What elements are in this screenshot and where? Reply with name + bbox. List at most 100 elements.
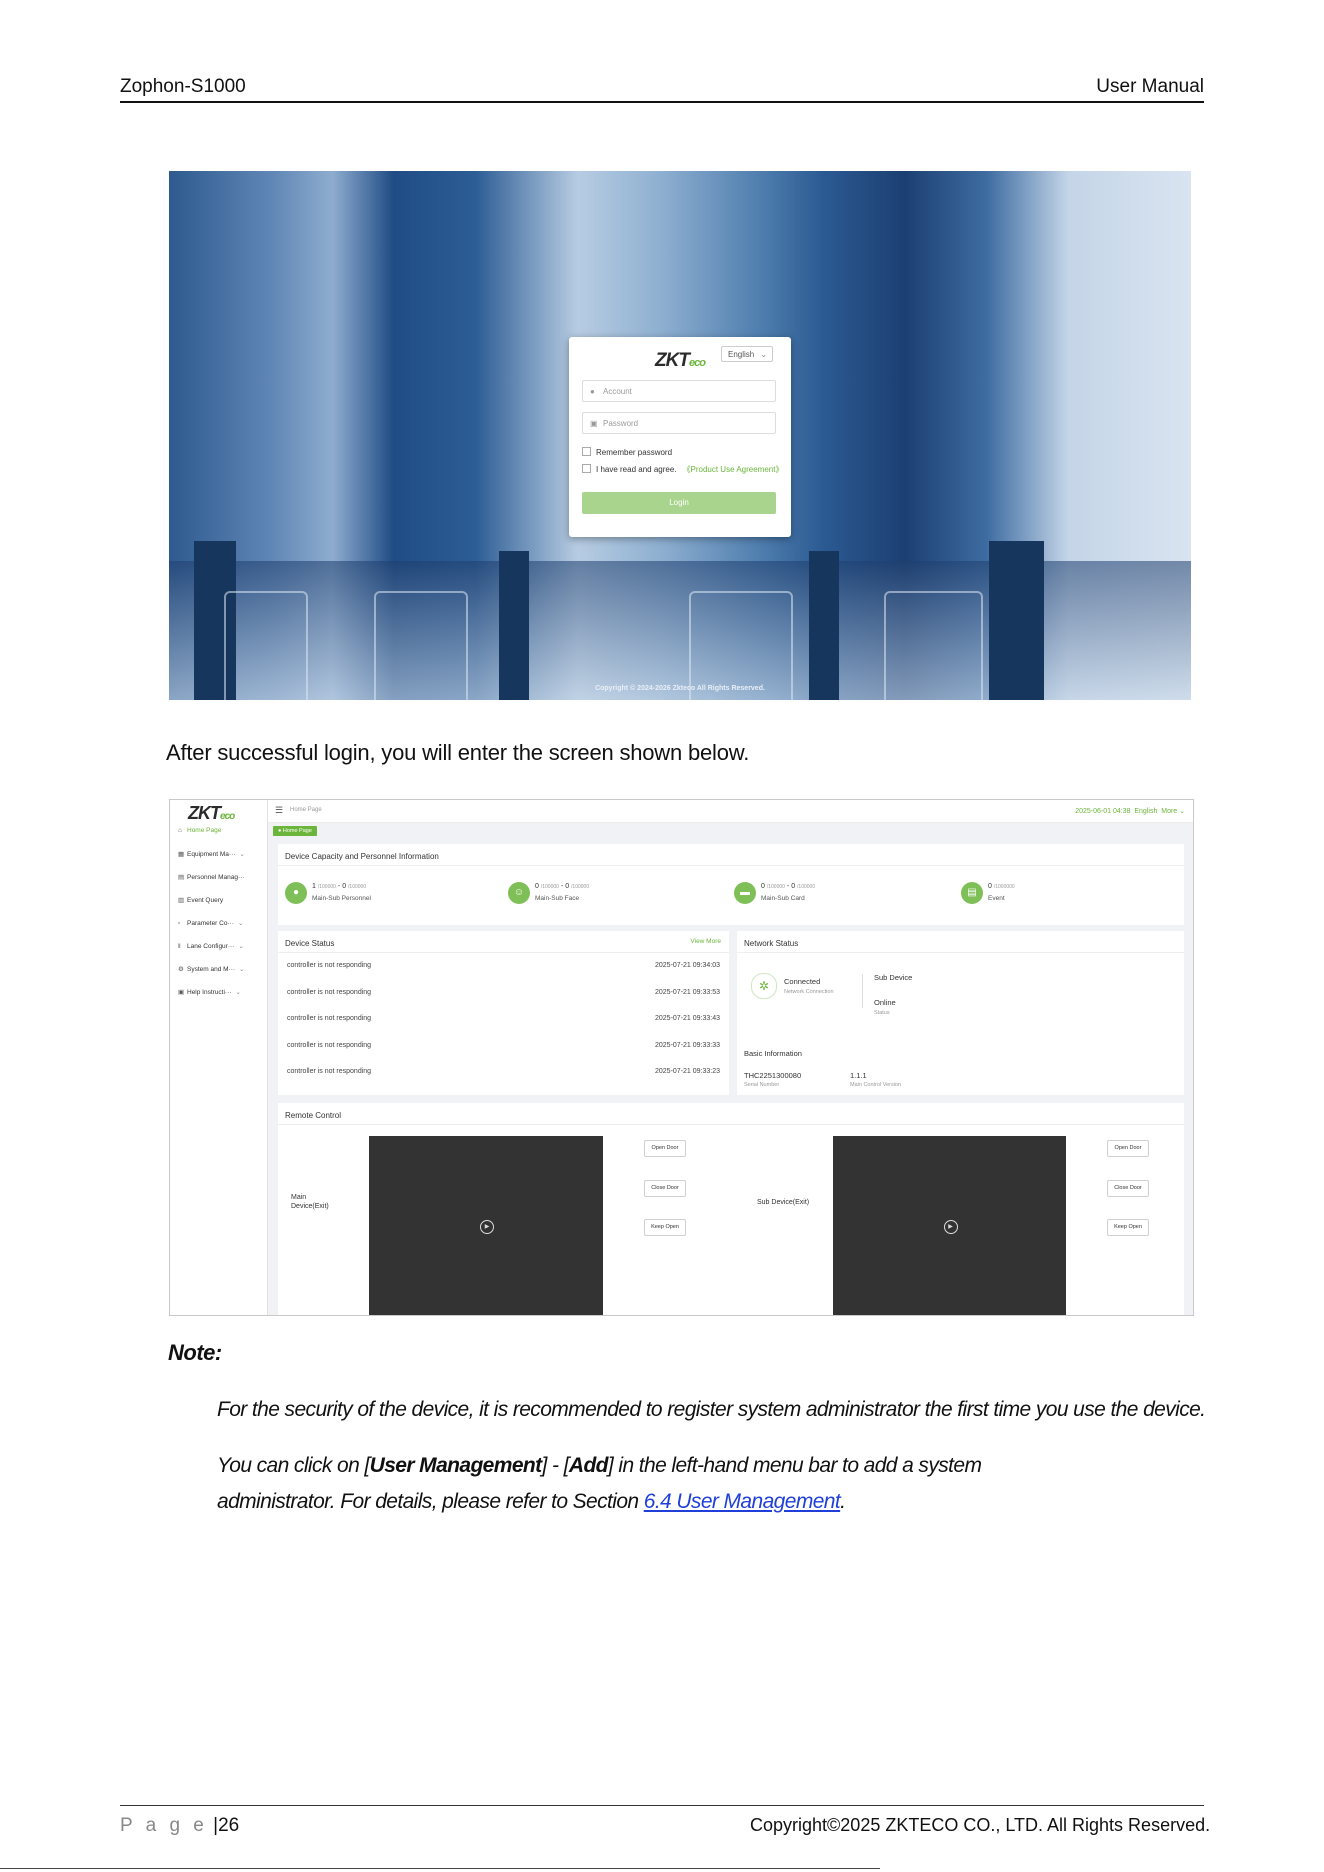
parameter-icon: ▫ — [178, 920, 181, 927]
main-close-door-button[interactable]: Close Door — [644, 1180, 686, 1197]
equipment-icon: ▦ — [178, 851, 185, 858]
sidebar-item-parameter[interactable]: ▫ Parameter Co··· ⌄ — [178, 919, 243, 927]
sidebar-item-personnel[interactable]: ▤ Personnel Manag··· — [178, 873, 244, 881]
system-icon: ⚙ — [178, 966, 184, 973]
sidebar-item-lane[interactable]: ‖ Lane Configur··· ⌄ — [178, 942, 244, 950]
lane-icon: ‖ — [178, 943, 181, 950]
password-input[interactable]: ▣ Password — [582, 412, 776, 434]
play-icon[interactable]: ▶ — [943, 1220, 958, 1234]
capacity-value: 1 /100000 - 0 /100000 — [312, 883, 366, 890]
serial-label: Serial Number — [744, 1082, 780, 1088]
logo-sub-text: eco — [220, 811, 235, 822]
footer-copyright: Copyright©2025 ZKTECO CO., LTD. All Righ… — [750, 1815, 1211, 1835]
login-card: English ⌄ ZKTeco ● Account ▣ Password Re… — [569, 337, 791, 537]
value-sep: - — [337, 883, 341, 890]
note-line-1: For the security of the device, it is re… — [217, 1398, 1206, 1421]
sub-device-exit-label: Sub Device(Exit) — [757, 1199, 810, 1206]
value-max: /100000 — [540, 884, 559, 890]
sidebar-item-home[interactable]: ⌂ Home Page — [178, 827, 221, 834]
status-time: 2025-07-21 09:33:43 — [655, 1015, 720, 1022]
zkteco-logo: ZKTeco — [569, 350, 791, 372]
device-status-title: Device Status — [285, 939, 335, 948]
value-sub: 0 — [565, 883, 570, 890]
sidebar-item-label: Help Instructi··· — [187, 989, 232, 996]
gate-panel — [884, 591, 983, 700]
chevron-down-icon: ⌄ — [238, 943, 244, 950]
page-label: P a g e — [120, 1815, 208, 1836]
checkbox-box — [582, 464, 591, 473]
note-text: . — [840, 1490, 846, 1513]
sidebar-item-label: Event Query — [187, 897, 224, 904]
note-title: Note: — [168, 1340, 222, 1365]
sidebar-item-event-query[interactable]: ▥ Event Query — [178, 896, 223, 904]
main-device-video: ▶ — [369, 1136, 603, 1315]
account-input[interactable]: ● Account — [582, 380, 776, 402]
value-max: /100000 — [766, 884, 785, 890]
login-screenshot: English ⌄ ZKTeco ● Account ▣ Password Re… — [169, 171, 1191, 700]
note-text: You can click on [ — [217, 1454, 370, 1477]
main-keep-open-button[interactable]: Keep Open — [644, 1219, 686, 1236]
remote-control-title: Remote Control — [285, 1111, 342, 1120]
sub-keep-open-button[interactable]: Keep Open — [1107, 1219, 1149, 1236]
note-bold-add: Add — [568, 1454, 609, 1477]
sidebar-item-label: Parameter Co··· — [187, 920, 234, 927]
value-sub: 0 — [791, 883, 796, 890]
status-time: 2025-07-21 09:33:33 — [655, 1042, 720, 1049]
sidebar-item-label: Lane Configur··· — [187, 943, 235, 950]
sub-open-door-button[interactable]: Open Door — [1107, 1140, 1149, 1157]
value-main: 0 — [761, 883, 765, 890]
value-sep: - — [786, 883, 790, 890]
status-row: controller is not responding 2025-07-21 0… — [287, 1015, 720, 1022]
status-row: controller is not responding 2025-07-21 0… — [287, 989, 720, 996]
sidebar-item-help[interactable]: ▣ Help Instructi··· ⌄ — [178, 988, 241, 996]
sub-device-label: Sub Device — [874, 973, 913, 982]
tab-home-page[interactable]: ● Home Page — [273, 826, 317, 836]
chevron-down-icon: ⌄ — [239, 851, 245, 858]
sub-close-door-button[interactable]: Close Door — [1107, 1180, 1149, 1197]
remember-label: Remember password — [596, 448, 673, 457]
sidebar-item-system[interactable]: ⚙ System and M··· ⌄ — [178, 965, 245, 973]
capacity-label: Main-Sub Personnel — [312, 895, 371, 902]
gate-pillar — [499, 551, 529, 700]
login-button[interactable]: Login — [582, 492, 776, 514]
panel-divider — [737, 952, 1184, 953]
menu-toggle-icon[interactable]: ☰ — [275, 805, 283, 816]
home-icon: ⌂ — [178, 827, 182, 834]
sidebar-item-label: Home Page — [187, 827, 222, 834]
language-switch[interactable]: English — [1134, 808, 1157, 815]
card-icon: ▬ — [734, 882, 756, 904]
play-icon[interactable]: ▶ — [480, 1220, 494, 1234]
zkteco-logo: ZKTeco — [188, 803, 235, 824]
agreement-link[interactable]: 《Product Use Agreement》 — [683, 465, 784, 474]
status-message: controller is not responding — [287, 962, 372, 969]
note-bold-user-management: User Management — [369, 1454, 542, 1477]
more-menu[interactable]: More ⌄ — [1161, 808, 1185, 815]
logo-main-text: ZKT — [655, 350, 690, 371]
user-icon: ● — [590, 387, 595, 396]
dashboard-sidebar: ZKTeco ⌂ Home Page ▦ Equipment Ma··· ⌄ ▤ Per… — [170, 800, 268, 1315]
status-message: controller is not responding — [287, 1015, 372, 1022]
online-value: Online — [874, 998, 896, 1007]
event-icon: ▥ — [178, 897, 185, 904]
value-sub-max: /100000 — [348, 884, 367, 890]
agree-label: I have read and agree. — [596, 465, 677, 474]
account-placeholder: Account — [603, 387, 632, 396]
sidebar-item-equipment[interactable]: ▦ Equipment Ma··· ⌄ — [178, 850, 245, 858]
network-status-panel: Network Status ✲ Connected Network Conne… — [737, 931, 1184, 1095]
view-more-link[interactable]: View More — [690, 938, 721, 945]
value-sub: 0 — [342, 883, 347, 890]
status-row: controller is not responding 2025-07-21 0… — [287, 962, 720, 969]
capacity-panel: Device Capacity and Personnel Informatio… — [278, 844, 1184, 925]
capacity-label: Main-Sub Card — [761, 895, 805, 902]
agree-checkbox[interactable]: I have read and agree. 《Product Use Agree… — [582, 464, 783, 475]
gate-panel — [224, 591, 308, 700]
doc-header-product: Zophon-S1000 — [120, 76, 246, 97]
status-time: 2025-07-21 09:33:23 — [655, 1068, 720, 1075]
remember-password-checkbox[interactable]: Remember password — [582, 447, 672, 458]
value-main: 0 — [535, 883, 539, 890]
main-open-door-button[interactable]: Open Door — [644, 1140, 686, 1157]
sidebar-item-label: Personnel Manag··· — [187, 874, 245, 881]
chevron-down-icon: ⌄ — [235, 989, 241, 996]
device-status-panel: Device Status View More controller is no… — [278, 931, 729, 1095]
section-link[interactable]: 6.4 User Management — [644, 1490, 841, 1513]
